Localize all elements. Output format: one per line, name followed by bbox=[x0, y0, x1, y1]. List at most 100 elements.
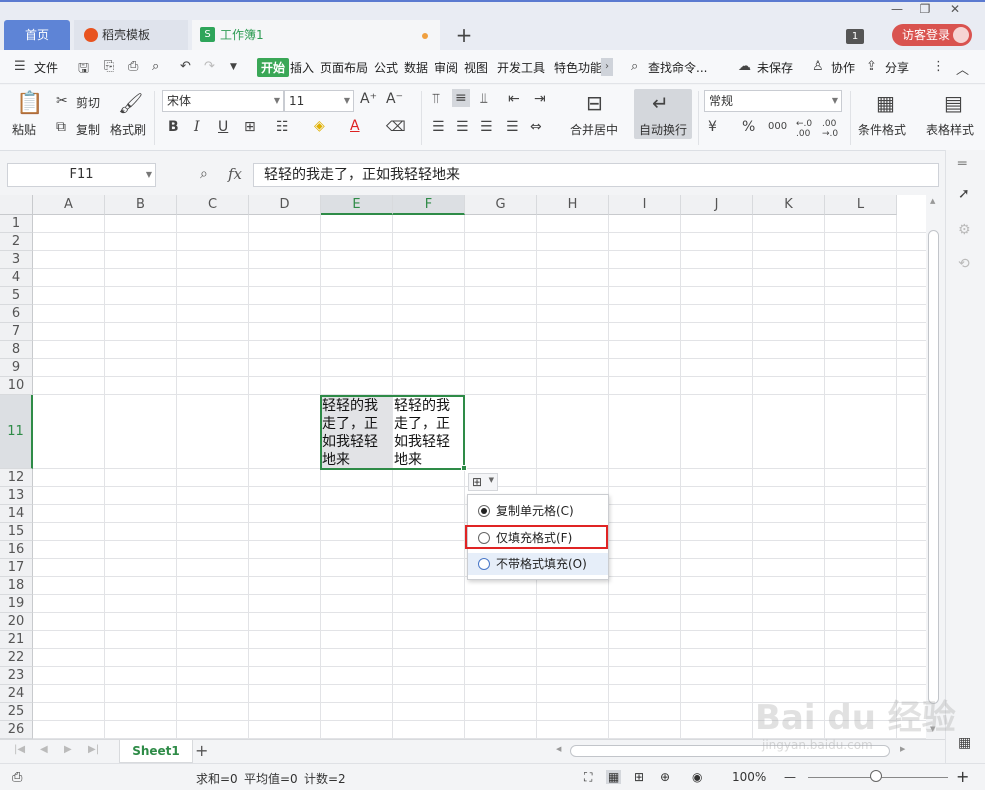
fill-handle[interactable] bbox=[461, 465, 467, 471]
row-header-10[interactable]: 10 bbox=[0, 377, 33, 395]
command-search[interactable]: 查找命令... bbox=[648, 59, 707, 76]
panel-menu-icon[interactable]: ═ bbox=[958, 156, 966, 172]
zoom-level[interactable]: 100% bbox=[732, 770, 766, 784]
indent-decrease-icon[interactable]: ⇤ bbox=[508, 91, 520, 107]
thousands-button[interactable]: 000 bbox=[768, 121, 787, 132]
select-cursor-icon[interactable]: ➚ bbox=[958, 186, 970, 202]
format-painter-icon[interactable]: 🖌 bbox=[118, 91, 143, 115]
row-header-17[interactable]: 17 bbox=[0, 559, 33, 577]
option-fill-without-format[interactable]: 不带格式填充(O) bbox=[468, 553, 608, 575]
row-header-23[interactable]: 23 bbox=[0, 667, 33, 685]
paste-icon[interactable]: 📋 bbox=[16, 91, 43, 116]
option-copy-cells[interactable]: 复制单元格(C) bbox=[468, 500, 608, 522]
menu-view[interactable]: 视图 bbox=[464, 59, 488, 76]
fill-color-icon[interactable]: ◈ bbox=[314, 118, 325, 134]
row-header-1[interactable]: 1 bbox=[0, 215, 33, 233]
row-header-12[interactable]: 12 bbox=[0, 469, 33, 487]
row-header-5[interactable]: 5 bbox=[0, 287, 33, 305]
conditional-format-button[interactable]: 条件格式 bbox=[858, 121, 906, 138]
backup-icon[interactable]: ⟲ bbox=[958, 256, 970, 272]
share-button[interactable]: 分享 bbox=[885, 59, 909, 76]
column-header-j[interactable]: J bbox=[681, 195, 753, 215]
number-format-select[interactable]: 常规 ▼ bbox=[704, 90, 842, 112]
align-center-icon[interactable]: ☰ bbox=[456, 119, 469, 135]
menu-page-layout[interactable]: 页面布局 bbox=[320, 59, 368, 76]
close-button[interactable]: ✕ bbox=[943, 2, 967, 16]
row-header-3[interactable]: 3 bbox=[0, 251, 33, 269]
auto-fill-options-button[interactable]: ⊞ ▼ bbox=[468, 473, 498, 491]
vertical-scroll-thumb[interactable] bbox=[928, 230, 939, 704]
align-middle-icon[interactable]: ≡ bbox=[452, 89, 470, 107]
font-size-select[interactable]: 11 ▼ bbox=[284, 90, 354, 112]
customize-arrow-icon[interactable]: ▼ bbox=[230, 62, 237, 72]
row-header-19[interactable]: 19 bbox=[0, 595, 33, 613]
apps-grid-icon[interactable]: ▦ bbox=[958, 735, 971, 751]
column-header-e[interactable]: E bbox=[321, 195, 393, 215]
menu-developer[interactable]: 开发工具 bbox=[497, 59, 545, 76]
merge-center-icon[interactable]: ⊟ bbox=[586, 91, 603, 115]
filter-settings-icon[interactable]: ⚙ bbox=[958, 222, 971, 238]
menu-review[interactable]: 审阅 bbox=[434, 59, 458, 76]
row-header-9[interactable]: 9 bbox=[0, 359, 33, 377]
currency-button[interactable]: ¥ bbox=[708, 119, 717, 135]
row-header-11[interactable]: 11 bbox=[0, 395, 33, 469]
add-sheet-button[interactable]: + bbox=[195, 741, 208, 760]
zoom-out-button[interactable]: — bbox=[784, 770, 796, 784]
scroll-up-icon[interactable]: ▲ bbox=[930, 197, 935, 205]
column-header-b[interactable]: B bbox=[105, 195, 177, 215]
menu-formula[interactable]: 公式 bbox=[374, 59, 398, 76]
cut-button[interactable]: 剪切 bbox=[76, 94, 100, 111]
row-header-20[interactable]: 20 bbox=[0, 613, 33, 631]
align-right-icon[interactable]: ☰ bbox=[480, 119, 493, 135]
column-header-h[interactable]: H bbox=[537, 195, 609, 215]
tab-workbook[interactable]: S 工作簿1 bbox=[192, 20, 440, 50]
table-style-icon[interactable]: ▤ bbox=[944, 91, 963, 115]
last-sheet-icon[interactable]: ▶| bbox=[88, 744, 99, 755]
font-color-icon[interactable]: A bbox=[350, 118, 360, 134]
table-style-button[interactable]: 表格样式 bbox=[926, 121, 974, 138]
align-bottom-icon[interactable]: ⫫ bbox=[480, 91, 488, 107]
vertical-scrollbar[interactable]: ▲ ▼ bbox=[926, 195, 942, 739]
menu-file[interactable]: 文件 bbox=[34, 59, 58, 76]
increase-font-icon[interactable]: A⁺ bbox=[360, 91, 377, 107]
row-header-4[interactable]: 4 bbox=[0, 269, 33, 287]
row-header-21[interactable]: 21 bbox=[0, 631, 33, 649]
font-name-select[interactable]: 宋体 ▼ bbox=[162, 90, 284, 112]
menu-data[interactable]: 数据 bbox=[404, 59, 428, 76]
reading-mode-icon[interactable]: ⊕ bbox=[660, 770, 670, 784]
menu-home[interactable]: 开始 bbox=[257, 58, 290, 77]
spreadsheet-grid[interactable]: ABCDEFGHIJKL 1 2 3 4 5 6 7 8 9 10 11 12 13 14 15 16 17 18… bbox=[0, 195, 926, 739]
row-header-18[interactable]: 18 bbox=[0, 577, 33, 595]
print-icon[interactable]: ⎙ bbox=[128, 59, 138, 74]
redo-icon[interactable]: ↷ bbox=[204, 59, 215, 74]
menu-insert[interactable]: 插入 bbox=[290, 59, 314, 76]
column-header-i[interactable]: I bbox=[609, 195, 681, 215]
row-header-15[interactable]: 15 bbox=[0, 523, 33, 541]
bold-button[interactable]: B bbox=[168, 119, 179, 135]
zoom-in-button[interactable]: + bbox=[956, 767, 969, 786]
clear-format-icon[interactable]: ⌫ bbox=[386, 119, 406, 135]
underline-button[interactable]: U bbox=[218, 119, 228, 135]
increase-decimal-button[interactable]: ←.0 .00 bbox=[796, 119, 820, 139]
row-header-13[interactable]: 13 bbox=[0, 487, 33, 505]
menu-more-button[interactable]: › bbox=[601, 58, 613, 76]
next-sheet-icon[interactable]: ▶ bbox=[64, 744, 72, 755]
column-header-a[interactable]: A bbox=[33, 195, 105, 215]
decrease-decimal-button[interactable]: .00 →.0 bbox=[822, 119, 846, 139]
login-button[interactable]: 访客登录 bbox=[892, 24, 972, 46]
distribute-icon[interactable]: ⇔ bbox=[530, 119, 542, 135]
border-icon[interactable]: ⊞ bbox=[244, 119, 256, 135]
window-count-badge[interactable]: 1 bbox=[846, 29, 864, 44]
macro-record-icon[interactable]: ⎙ bbox=[12, 770, 22, 785]
save-icon[interactable]: 🖫 bbox=[78, 59, 89, 81]
insert-function-button[interactable]: fx bbox=[228, 165, 242, 183]
column-header-c[interactable]: C bbox=[177, 195, 249, 215]
new-tab-button[interactable]: + bbox=[452, 20, 476, 50]
justify-icon[interactable]: ☰ bbox=[506, 119, 519, 135]
format-painter-button[interactable]: 格式刷 bbox=[110, 121, 146, 138]
row-header-16[interactable]: 16 bbox=[0, 541, 33, 559]
paste-button[interactable]: 粘贴 bbox=[12, 121, 36, 138]
page-break-view-icon[interactable]: ⊞ bbox=[634, 770, 644, 784]
undo-icon[interactable]: ↶ bbox=[180, 59, 191, 74]
row-header-26[interactable]: 26 bbox=[0, 721, 33, 739]
